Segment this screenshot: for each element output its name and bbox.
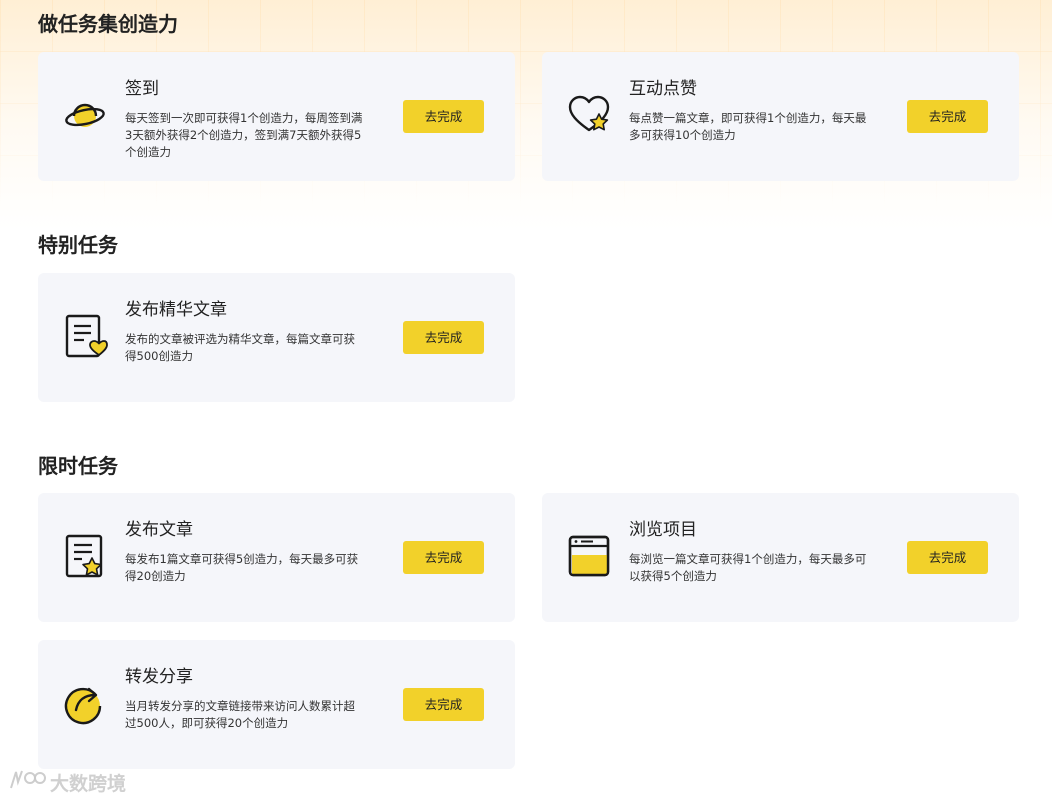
task-title: 发布精华文章	[125, 300, 227, 320]
task-card-publish-article: 发布文章 每发布1篇文章可获得5创造力，每天最多可获得20创造力 去完成	[38, 493, 515, 622]
document-star-icon	[62, 533, 108, 579]
task-card-like: 互动点赞 每点赞一篇文章，即可获得1个创造力，每天最多可获得10个创造力 去完成	[542, 52, 1019, 181]
task-title: 发布文章	[125, 520, 193, 540]
section-title-create-power: 做任务集创造力	[38, 12, 178, 36]
watermark-logo-icon	[8, 768, 46, 797]
task-title: 浏览项目	[629, 520, 697, 540]
browser-window-icon	[566, 533, 612, 579]
complete-publish-article-button[interactable]: 去完成	[403, 541, 484, 574]
task-title: 签到	[125, 79, 159, 99]
task-card-featured-article: 发布精华文章 发布的文章被评选为精华文章，每篇文章可获得500创造力 去完成	[38, 273, 515, 402]
task-description: 每发布1篇文章可获得5创造力，每天最多可获得20创造力	[125, 552, 359, 583]
section-title-special: 特别任务	[38, 233, 118, 257]
complete-share-button[interactable]: 去完成	[403, 688, 484, 721]
task-description: 每天签到一次即可获得1个创造力，每周签到满3天额外获得2个创造力，签到满7天额外…	[125, 111, 363, 159]
document-heart-icon	[62, 313, 108, 359]
watermark: 大数跨境	[8, 768, 126, 796]
task-description: 每点赞一篇文章，即可获得1个创造力，每天最多可获得10个创造力	[629, 111, 867, 142]
task-title: 互动点赞	[629, 79, 697, 99]
planet-icon	[62, 92, 108, 138]
complete-like-button[interactable]: 去完成	[907, 100, 988, 133]
task-description: 发布的文章被评选为精华文章，每篇文章可获得500创造力	[125, 332, 355, 363]
task-description: 当月转发分享的文章链接带来访问人数累计超过500人，即可获得20个创造力	[125, 699, 355, 730]
complete-featured-article-button[interactable]: 去完成	[403, 321, 484, 354]
share-arrow-icon	[62, 680, 108, 726]
complete-checkin-button[interactable]: 去完成	[403, 100, 484, 133]
watermark-text: 大数跨境	[50, 772, 127, 795]
task-card-share: 转发分享 当月转发分享的文章链接带来访问人数累计超过500人，即可获得20个创造…	[38, 640, 515, 769]
task-card-browse: 浏览项目 每浏览一篇文章可获得1个创造力，每天最多可以获得5个创造力 去完成	[542, 493, 1019, 622]
task-title: 转发分享	[125, 667, 193, 687]
complete-browse-button[interactable]: 去完成	[907, 541, 988, 574]
heart-star-icon	[566, 92, 612, 138]
task-card-checkin: 签到 每天签到一次即可获得1个创造力，每周签到满3天额外获得2个创造力，签到满7…	[38, 52, 515, 181]
section-title-limited: 限时任务	[38, 454, 118, 478]
task-description: 每浏览一篇文章可获得1个创造力，每天最多可以获得5个创造力	[629, 552, 867, 583]
